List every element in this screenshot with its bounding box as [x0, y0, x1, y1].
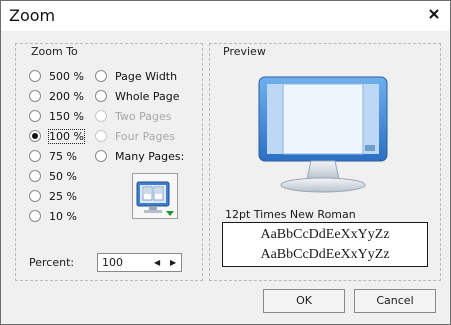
monitor-icon: [253, 75, 393, 197]
radio-button[interactable]: [29, 70, 41, 82]
radio-button[interactable]: [95, 90, 107, 102]
cancel-button[interactable]: Cancel: [354, 289, 436, 313]
many-pages-icon: [136, 181, 174, 216]
font-sample-box: AaBbCcDdEeXxYyZz AaBbCcDdEeXxYyZz: [222, 222, 428, 267]
zoom-50-option[interactable]: 50 %: [29, 168, 77, 184]
radio-button-selected[interactable]: [29, 130, 41, 142]
window-title: Zoom: [9, 6, 56, 25]
arrow-right-icon[interactable]: ▶: [170, 258, 178, 268]
zoom-10-option[interactable]: 10 %: [29, 208, 77, 224]
zoom-200-option[interactable]: 200 %: [29, 88, 84, 104]
radio-button[interactable]: [29, 110, 41, 122]
preview-title: Preview: [223, 45, 266, 58]
font-label: 12pt Times New Roman: [225, 208, 356, 221]
close-icon[interactable]: [426, 6, 442, 22]
zoom-dialog: Zoom Zoom To 500 % 200 % 150 % 100 % 75 …: [0, 0, 451, 325]
percent-label: Percent:: [29, 256, 75, 269]
radio-button[interactable]: [95, 70, 107, 82]
zoom-500-option[interactable]: 500 %: [29, 68, 84, 84]
percent-spinner[interactable]: 100 ◀ ▶: [97, 253, 182, 272]
zoom-75-option[interactable]: 75 %: [29, 148, 77, 164]
radio-button[interactable]: [29, 150, 41, 162]
radio-button[interactable]: [29, 90, 41, 102]
many-pages-picker-button[interactable]: [132, 173, 178, 219]
radio-button[interactable]: [29, 170, 41, 182]
sample-line-1: AaBbCcDdEeXxYyZz: [260, 227, 390, 242]
radio-button[interactable]: [95, 150, 107, 162]
whole-page-option[interactable]: Whole Page: [95, 88, 180, 104]
page-width-option[interactable]: Page Width: [95, 68, 177, 84]
ok-button[interactable]: OK: [263, 289, 345, 313]
sample-line-2: AaBbCcDdEeXxYyZz: [260, 247, 390, 262]
zoom-150-option[interactable]: 150 %: [29, 108, 84, 124]
radio-button-disabled: [95, 110, 107, 122]
radio-button[interactable]: [29, 210, 41, 222]
zoom-25-option[interactable]: 25 %: [29, 188, 77, 204]
percent-value[interactable]: 100: [102, 256, 123, 269]
zoom-100-option[interactable]: 100 %: [29, 128, 85, 144]
arrow-left-icon[interactable]: ◀: [154, 258, 162, 268]
two-pages-option: Two Pages: [95, 108, 171, 124]
radio-button-disabled: [95, 130, 107, 142]
zoom-to-title: Zoom To: [31, 45, 78, 58]
many-pages-option[interactable]: Many Pages:: [95, 148, 184, 164]
title-bar: Zoom: [1, 1, 450, 31]
four-pages-option: Four Pages: [95, 128, 175, 144]
radio-button[interactable]: [29, 190, 41, 202]
